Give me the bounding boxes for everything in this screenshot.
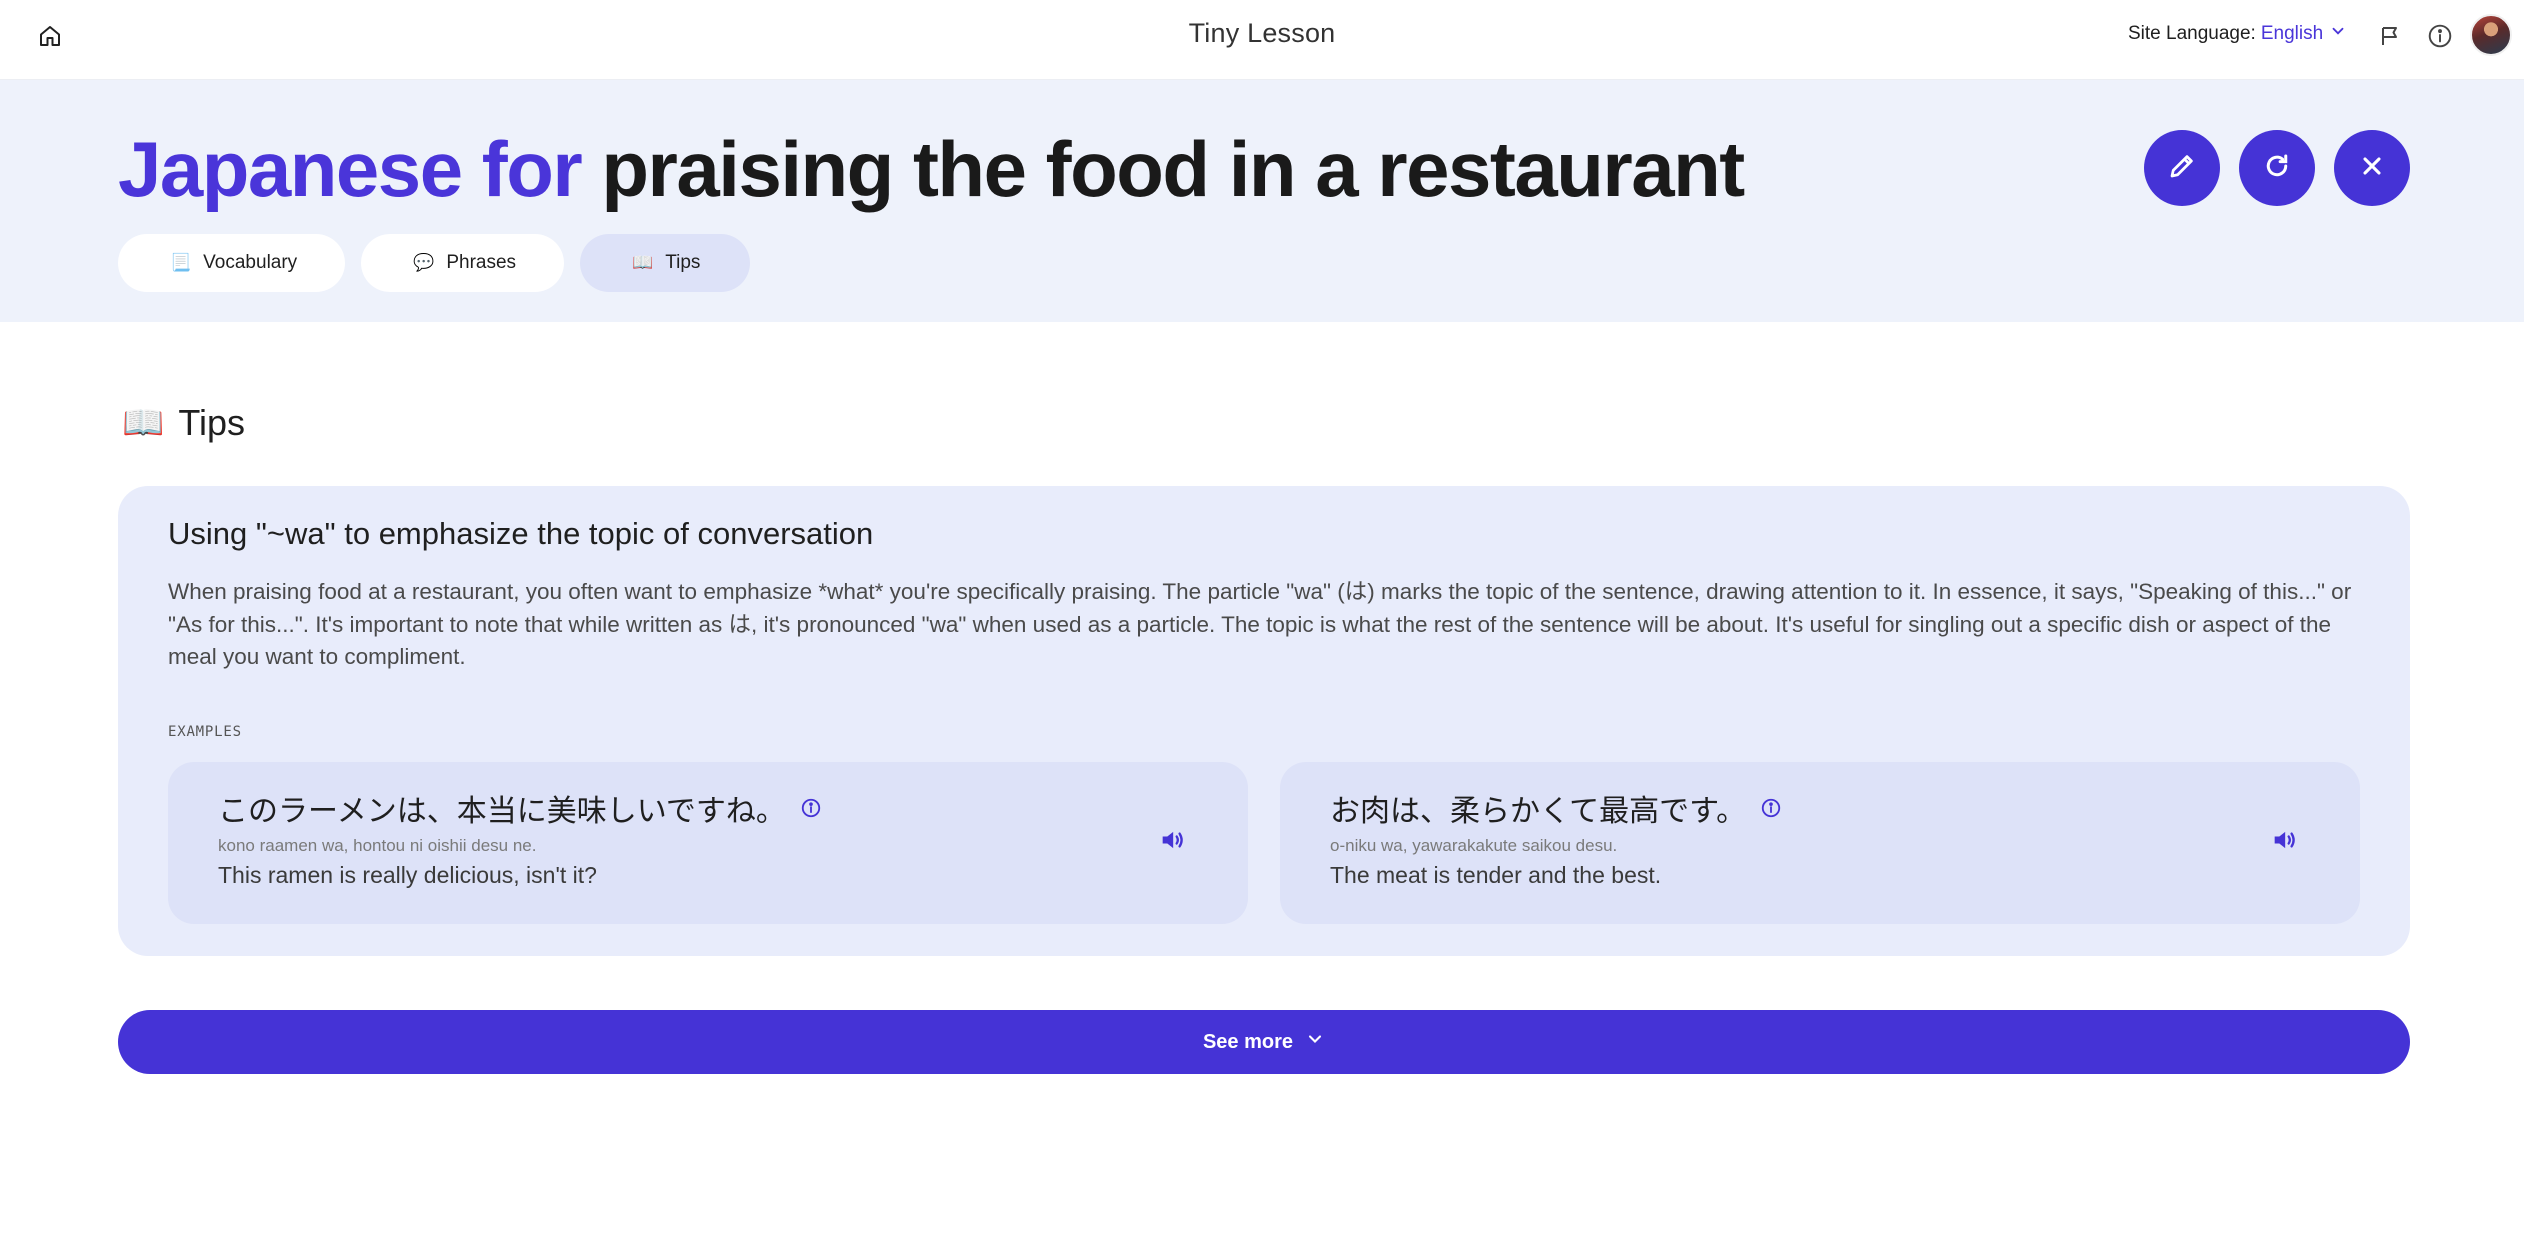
edit-button[interactable]: [2144, 130, 2220, 206]
speaker-icon: [2270, 826, 2298, 859]
speaker-icon: [1158, 826, 1186, 859]
see-more-label: See more: [1202, 1030, 1294, 1053]
example-japanese-text: お肉は、柔らかくて最高です。: [1330, 794, 1747, 829]
lesson-title-language: Japanese for: [118, 125, 583, 213]
tab-vocabulary[interactable]: 📃 Vocabulary: [118, 234, 346, 292]
lesson-header: Japanese for praising the food in a rest…: [0, 80, 2524, 322]
tip-card: Using "~wa" to emphasize the topic of co…: [118, 486, 2410, 956]
open-book-icon: 📖: [122, 404, 165, 442]
example-card: お肉は、柔らかくて最高です。 o-niku wa, yawarakakute s…: [1280, 762, 2360, 924]
refresh-icon: [2262, 151, 2292, 186]
example-japanese: このラーメンは、本当に美味しいですね。: [218, 786, 822, 830]
close-icon: [2358, 152, 2386, 185]
chevron-down-icon: [1293, 1029, 1325, 1055]
example-translation: This ramen is really delicious, isn't it…: [218, 862, 597, 888]
site-language-value: English: [2260, 23, 2324, 44]
example-romaji: o-niku wa, yawarakakute saikou desu.: [1330, 836, 1618, 855]
section-heading: 📖 Tips: [122, 402, 245, 444]
info-icon: [2427, 23, 2453, 54]
open-book-icon: 📖: [632, 253, 654, 272]
example-translation: The meat is tender and the best.: [1330, 862, 1662, 888]
example-japanese-text: このラーメンは、本当に美味しいですね。: [218, 794, 786, 829]
examples-label: EXAMPLES: [168, 724, 242, 740]
flag-icon: [2378, 24, 2402, 53]
site-language-selector[interactable]: Site Language: English: [2128, 22, 2347, 46]
close-button[interactable]: [2334, 130, 2410, 206]
tip-title: Using "~wa" to emphasize the topic of co…: [168, 516, 874, 551]
tab-label: Vocabulary: [203, 252, 298, 273]
pencil-icon: [2167, 151, 2197, 186]
lesson-tabs: 📃 Vocabulary 💬 Phrases 📖 Tips: [118, 234, 751, 292]
page-icon: 📃: [170, 253, 192, 272]
tip-body: When praising food at a restaurant, you …: [168, 579, 2352, 669]
chevron-down-icon: [2323, 22, 2347, 46]
lesson-title: Japanese for praising the food in a rest…: [118, 124, 1745, 215]
tab-phrases[interactable]: 💬 Phrases: [361, 234, 565, 292]
play-audio-button[interactable]: [1152, 822, 1192, 862]
tab-label: Phrases: [446, 252, 517, 273]
info-icon[interactable]: [800, 797, 822, 819]
tab-label: Tips: [665, 252, 701, 273]
site-language-label: Site Language:: [2128, 23, 2256, 44]
avatar[interactable]: [2470, 14, 2512, 56]
info-button[interactable]: [2420, 18, 2460, 58]
example-japanese: お肉は、柔らかくて最高です。: [1330, 786, 1782, 830]
tab-tips[interactable]: 📖 Tips: [580, 234, 751, 292]
section-title: Tips: [178, 402, 246, 443]
see-more-button[interactable]: See more: [118, 1010, 2410, 1074]
regenerate-button[interactable]: [2239, 130, 2315, 206]
lesson-title-topic: praising the food in a restaurant: [601, 125, 1745, 213]
play-audio-button[interactable]: [2264, 822, 2304, 862]
top-bar: Tiny Lesson Site Language: English: [0, 0, 2524, 80]
example-card: このラーメンは、本当に美味しいですね。 kono raamen wa, hont…: [168, 762, 1248, 924]
speech-bubble-icon: 💬: [413, 253, 435, 272]
info-icon[interactable]: [1760, 797, 1782, 819]
report-button[interactable]: [2370, 18, 2410, 58]
example-romaji: kono raamen wa, hontou ni oishii desu ne…: [218, 836, 537, 855]
